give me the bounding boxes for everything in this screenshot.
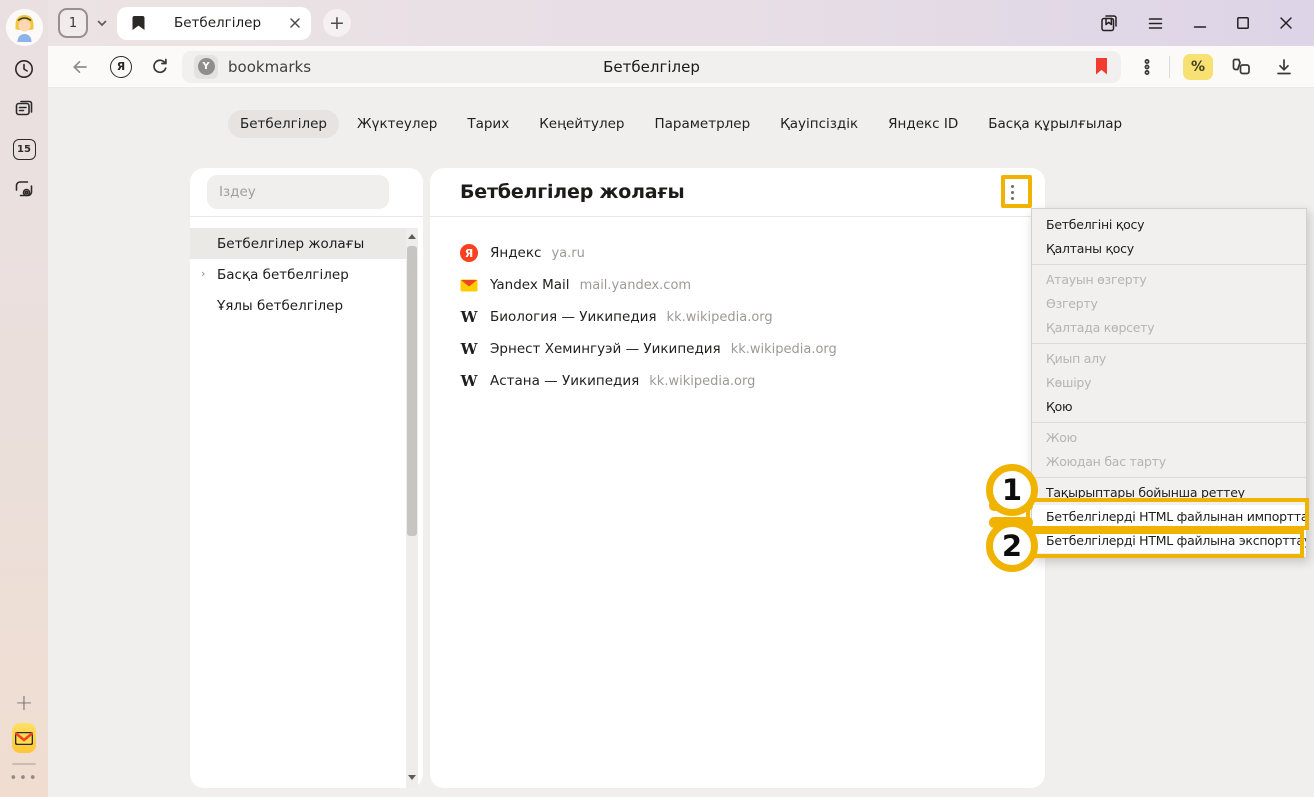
wikipedia-favicon: W [460,340,478,358]
reload-icon[interactable] [150,57,170,77]
menu-item-show-in-folder: Қалтада көрсету [1032,316,1306,340]
menu-item-copy: Көшіру [1032,371,1306,395]
bookmark-flag-icon[interactable] [1094,57,1109,76]
search-input[interactable] [207,175,389,209]
nav-tab-security[interactable]: Қауіпсіздік [768,110,870,138]
url-text: bookmarks [228,58,311,76]
active-tab[interactable]: Бетбелгілер [117,7,311,40]
menu-item-cut: Қиып алу [1032,347,1306,371]
sidebar-item-other-bookmarks[interactable]: › Басқа бетбелгілер [190,259,407,290]
bookmarks-panel: Бетбелгілер жолағы Я Яндекс ya.ru Yandex… [430,168,1045,788]
screenshot-icon[interactable] [12,177,36,201]
tab-title: Бетбелгілер [146,15,289,31]
notes-icon[interactable] [12,96,36,120]
nav-tab-bookmarks[interactable]: Бетбелгілер [228,110,339,138]
menu-icon[interactable] [1146,14,1165,33]
menu-item-import-html[interactable]: Бетбелгілерді HTML файлынан импорттау [1032,505,1306,529]
left-rail: 15 + ••• [0,0,48,797]
menu-item-undo-delete: Жоюдан бас тарту [1032,450,1306,474]
calendar-icon[interactable]: 15 [12,137,36,161]
address-more-icon[interactable] [1139,58,1155,76]
settings-nav: Бетбелгілер Жүктеулер Тарих Кеңейтулер П… [48,110,1314,138]
panel-title: Бетбелгілер жолағы [460,181,685,203]
nav-tab-yandex-id[interactable]: Яндекс ID [876,110,970,138]
url-field[interactable]: Y bookmarks Бетбелгілер [182,51,1121,83]
bookmark-list: Я Яндекс ya.ru Yandex Mail mail.yandex.c… [430,217,1045,397]
window-controls [1099,13,1314,33]
scrollbar-thumb[interactable] [407,246,417,536]
rail-divider [12,763,36,765]
folders-sidebar: Бетбелгілер жолағы › Басқа бетбелгілер Ұ… [190,168,423,788]
menu-item-sort-by-title[interactable]: Тақырыптары бойынша реттеу [1032,481,1306,505]
bookmark-tab-icon [131,15,146,31]
yandex-home-icon[interactable]: Я [110,56,132,78]
menu-separator [1032,264,1306,265]
scroll-down-icon[interactable] [408,775,416,780]
scroll-up-icon[interactable] [408,234,416,239]
menu-item-edit: Өзгерту [1032,292,1306,316]
new-tab-button[interactable]: + [323,9,351,37]
yandex-mail-favicon [460,276,478,294]
bookmark-row[interactable]: W Биология — Уикипедия kk.wikipedia.org [430,301,1045,333]
collections-icon[interactable] [1230,56,1252,78]
nav-tab-downloads[interactable]: Жүктеулер [345,110,449,138]
bookmarks-manager-page: Бетбелгілер Жүктеулер Тарих Кеңейтулер П… [48,88,1314,797]
yandex-favicon: Я [460,244,478,262]
back-icon[interactable] [70,57,90,77]
percent-extension-icon[interactable]: % [1183,54,1213,80]
menu-separator [1032,477,1306,478]
address-page-title: Бетбелгілер [182,58,1121,76]
menu-item-add-folder[interactable]: Қалтаны қосу [1032,237,1306,261]
toolbar-separator [1169,56,1170,78]
address-bar: Я Y bookmarks Бетбелгілер % [48,46,1314,88]
menu-separator [1032,343,1306,344]
yandex-mail-app-icon[interactable] [12,726,36,750]
tab-counter-button[interactable]: 1 [58,8,88,38]
calendar-day: 15 [13,139,36,160]
tab-close-icon[interactable] [289,17,301,29]
browser-window: 15 + ••• 1 Бетбелгілер [0,0,1314,797]
panel-more-button[interactable] [999,179,1025,205]
side-panels-icon[interactable] [1099,13,1119,33]
history-icon[interactable] [12,57,36,81]
maximize-icon[interactable] [1235,15,1251,31]
tab-bar: 1 Бетбелгілер + [48,0,1314,46]
add-panel-icon[interactable]: + [12,692,36,716]
sidebar-item-bookmarks-bar[interactable]: Бетбелгілер жолағы [190,228,407,259]
menu-separator [1032,422,1306,423]
context-menu: Бетбелгіні қосу Қалтаны қосу Атауын өзге… [1031,208,1307,558]
menu-item-delete: Жою [1032,426,1306,450]
bookmark-row[interactable]: Yandex Mail mail.yandex.com [430,269,1045,301]
sidebar-scrollbar[interactable] [406,228,418,788]
minimize-icon[interactable] [1192,15,1208,31]
menu-item-add-bookmark[interactable]: Бетбелгіні қосу [1032,213,1306,237]
downloads-icon[interactable] [1274,57,1294,77]
bookmark-row[interactable]: W Эрнест Хемингуэй — Уикипедия kk.wikipe… [430,333,1045,365]
menu-item-paste[interactable]: Қою [1032,395,1306,419]
menu-item-rename: Атауын өзгерту [1032,268,1306,292]
tab-list-chevron-icon[interactable] [95,16,109,30]
bookmark-row[interactable]: W Астана — Уикипедия kk.wikipedia.org [430,365,1045,397]
menu-item-export-html[interactable]: Бетбелгілерді HTML файлына экспорттау [1032,529,1306,553]
nav-tab-extensions[interactable]: Кеңейтулер [527,110,636,138]
nav-tab-settings[interactable]: Параметрлер [642,110,762,138]
bookmark-row[interactable]: Я Яндекс ya.ru [430,237,1045,269]
expand-chevron-icon[interactable]: › [201,267,205,280]
wikipedia-favicon: W [460,308,478,326]
profile-avatar[interactable] [6,9,43,46]
panel-header: Бетбелгілер жолағы [430,168,1045,217]
close-window-icon[interactable] [1278,15,1294,31]
nav-tab-other-devices[interactable]: Басқа құрылғылар [976,110,1134,138]
wikipedia-favicon: W [460,372,478,390]
nav-tab-history[interactable]: Тарих [455,110,521,138]
rail-more-icon[interactable]: ••• [9,771,38,786]
site-favicon: Y [194,55,218,79]
sidebar-search-area [190,168,423,217]
sidebar-item-mobile-bookmarks[interactable]: Ұялы бетбелгілер [190,290,407,321]
folder-list: Бетбелгілер жолағы › Басқа бетбелгілер Ұ… [190,217,423,321]
